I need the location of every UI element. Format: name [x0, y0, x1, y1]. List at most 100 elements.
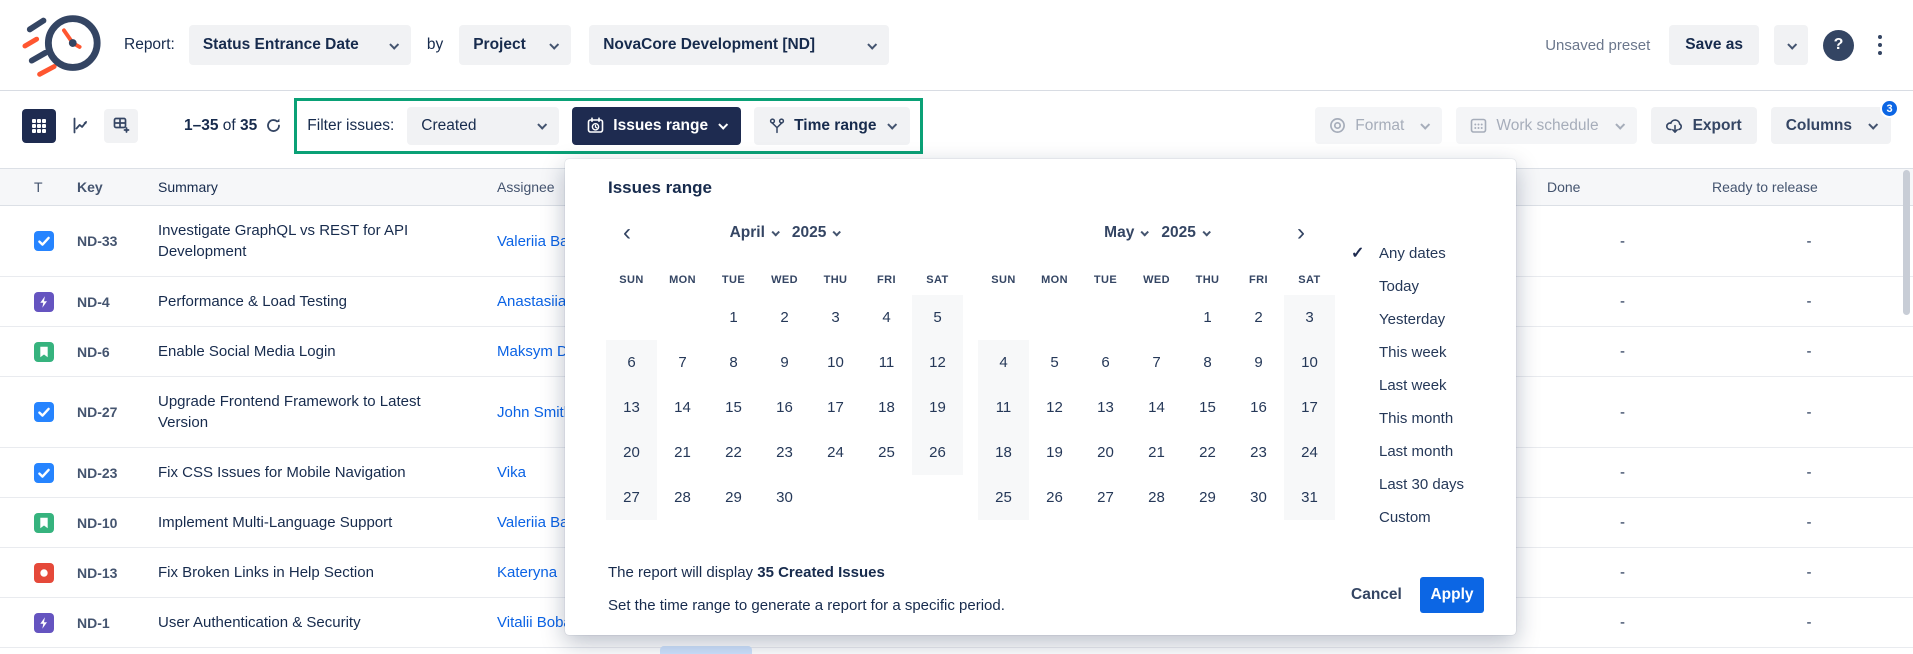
calendar-day[interactable]: 27 [606, 475, 657, 520]
calendar-day[interactable]: 6 [1080, 340, 1131, 385]
calendar-day[interactable]: 4 [978, 340, 1029, 385]
calendar-day[interactable]: 14 [1131, 385, 1182, 430]
issue-filter-select[interactable]: Created [407, 107, 559, 145]
group-by-select[interactable]: Project [459, 25, 571, 65]
calendar-day[interactable]: 28 [657, 475, 708, 520]
calendar-day[interactable]: 13 [606, 385, 657, 430]
save-as-dropdown-button[interactable] [1774, 25, 1808, 65]
range-option-yesterday[interactable]: Yesterday [1345, 303, 1510, 336]
calendar-day[interactable]: 20 [606, 430, 657, 475]
calendar-day[interactable]: 20 [1080, 430, 1131, 475]
chart-view-button[interactable] [63, 109, 97, 143]
cancel-button[interactable]: Cancel [1337, 577, 1416, 613]
calendar-day[interactable]: 26 [912, 430, 963, 475]
calendar-day[interactable]: 30 [1233, 475, 1284, 520]
format-button[interactable]: Format [1315, 107, 1442, 144]
calendar-day[interactable]: 15 [1182, 385, 1233, 430]
calendar-day[interactable]: 29 [708, 475, 759, 520]
grid-view-button[interactable] [22, 109, 56, 143]
calendar-day[interactable]: 16 [1233, 385, 1284, 430]
calendar-day[interactable]: 3 [1284, 295, 1335, 340]
calendar-day[interactable]: 10 [810, 340, 861, 385]
calendar-day[interactable]: 17 [810, 385, 861, 430]
time-range-button[interactable]: Time range [754, 107, 909, 145]
issues-range-button[interactable]: Issues range [572, 107, 741, 145]
calendar-day[interactable]: 24 [1284, 430, 1335, 475]
weekday-label: THU [810, 265, 861, 295]
calendar-day[interactable]: 22 [1182, 430, 1233, 475]
range-option-this-month[interactable]: This month [1345, 402, 1510, 435]
calendar-day[interactable]: 2 [759, 295, 810, 340]
year-select[interactable]: 2025 [792, 224, 839, 242]
range-option-last-week[interactable]: Last week [1345, 369, 1510, 402]
calendar-day[interactable]: 10 [1284, 340, 1335, 385]
year-select[interactable]: 2025 [1161, 224, 1208, 242]
range-option-custom[interactable]: Custom [1345, 501, 1510, 534]
calendar-day[interactable]: 18 [978, 430, 1029, 475]
calendar-day[interactable]: 19 [1029, 430, 1080, 475]
popup-hint-text: Set the time range to generate a report … [608, 597, 1005, 614]
calendar-day[interactable]: 21 [657, 430, 708, 475]
vertical-scrollbar-thumb[interactable] [1903, 170, 1910, 315]
weekday-label: MON [1029, 265, 1080, 295]
apply-button[interactable]: Apply [1420, 577, 1484, 613]
calendar-day[interactable]: 1 [708, 295, 759, 340]
report-type-select[interactable]: Status Entrance Date [189, 25, 411, 65]
save-as-button[interactable]: Save as [1669, 25, 1759, 65]
calendar-day[interactable]: 5 [1029, 340, 1080, 385]
month-select[interactable]: April [730, 224, 778, 242]
calendar-day[interactable]: 23 [759, 430, 810, 475]
work-schedule-button[interactable]: Work schedule [1456, 107, 1636, 144]
calendar-day[interactable]: 2 [1233, 295, 1284, 340]
calendar-day[interactable]: 8 [1182, 340, 1233, 385]
calendar-day[interactable]: 19 [912, 385, 963, 430]
calendar-day[interactable]: 3 [810, 295, 861, 340]
calendar-day[interactable]: 12 [1029, 385, 1080, 430]
issues-range-popup: Issues range ‹ › April2025SUNMONTUEWEDTH… [565, 159, 1516, 635]
calendar-day[interactable]: 31 [1284, 475, 1335, 520]
calendar-day[interactable]: 23 [1233, 430, 1284, 475]
calendar-day[interactable]: 7 [657, 340, 708, 385]
calendar-day[interactable]: 17 [1284, 385, 1335, 430]
help-button[interactable]: ? [1823, 30, 1854, 61]
calendar-day[interactable]: 18 [861, 385, 912, 430]
calendar-day[interactable]: 15 [708, 385, 759, 430]
calendar-day[interactable]: 7 [1131, 340, 1182, 385]
calendar-day[interactable]: 4 [861, 295, 912, 340]
calendar-day[interactable]: 8 [708, 340, 759, 385]
calendar-day[interactable]: 11 [861, 340, 912, 385]
project-select[interactable]: NovaCore Development [ND] [589, 25, 889, 65]
range-option-this-week[interactable]: This week [1345, 336, 1510, 369]
calendar-day[interactable]: 26 [1029, 475, 1080, 520]
calendar-day[interactable]: 25 [861, 430, 912, 475]
refresh-icon[interactable] [265, 117, 282, 134]
calendar-day[interactable]: 11 [978, 385, 1029, 430]
range-option-any-dates[interactable]: ✓Any dates [1345, 237, 1510, 270]
calendar-day[interactable]: 24 [810, 430, 861, 475]
calendar-day[interactable]: 9 [759, 340, 810, 385]
calendar-day[interactable]: 14 [657, 385, 708, 430]
calendar-day[interactable]: 5 [912, 295, 963, 340]
range-option-label: Yesterday [1379, 311, 1445, 328]
calendar-day[interactable]: 25 [978, 475, 1029, 520]
calendar-day[interactable]: 21 [1131, 430, 1182, 475]
calendar-day[interactable]: 16 [759, 385, 810, 430]
calendar-day[interactable]: 1 [1182, 295, 1233, 340]
calendar-day[interactable]: 13 [1080, 385, 1131, 430]
calendar-day[interactable]: 27 [1080, 475, 1131, 520]
columns-button[interactable]: Columns 3 [1771, 107, 1891, 144]
pivot-view-button[interactable] [104, 109, 138, 143]
more-options-kebab-button[interactable] [1869, 25, 1891, 65]
calendar-day[interactable]: 12 [912, 340, 963, 385]
range-option-last-month[interactable]: Last month [1345, 435, 1510, 468]
calendar-day[interactable]: 9 [1233, 340, 1284, 385]
calendar-day[interactable]: 22 [708, 430, 759, 475]
range-option-last-30-days[interactable]: Last 30 days [1345, 468, 1510, 501]
calendar-day[interactable]: 29 [1182, 475, 1233, 520]
calendar-day[interactable]: 28 [1131, 475, 1182, 520]
range-option-today[interactable]: Today [1345, 270, 1510, 303]
calendar-day[interactable]: 30 [759, 475, 810, 520]
calendar-day[interactable]: 6 [606, 340, 657, 385]
export-button[interactable]: Export [1651, 107, 1757, 144]
month-select[interactable]: May [1104, 224, 1147, 242]
